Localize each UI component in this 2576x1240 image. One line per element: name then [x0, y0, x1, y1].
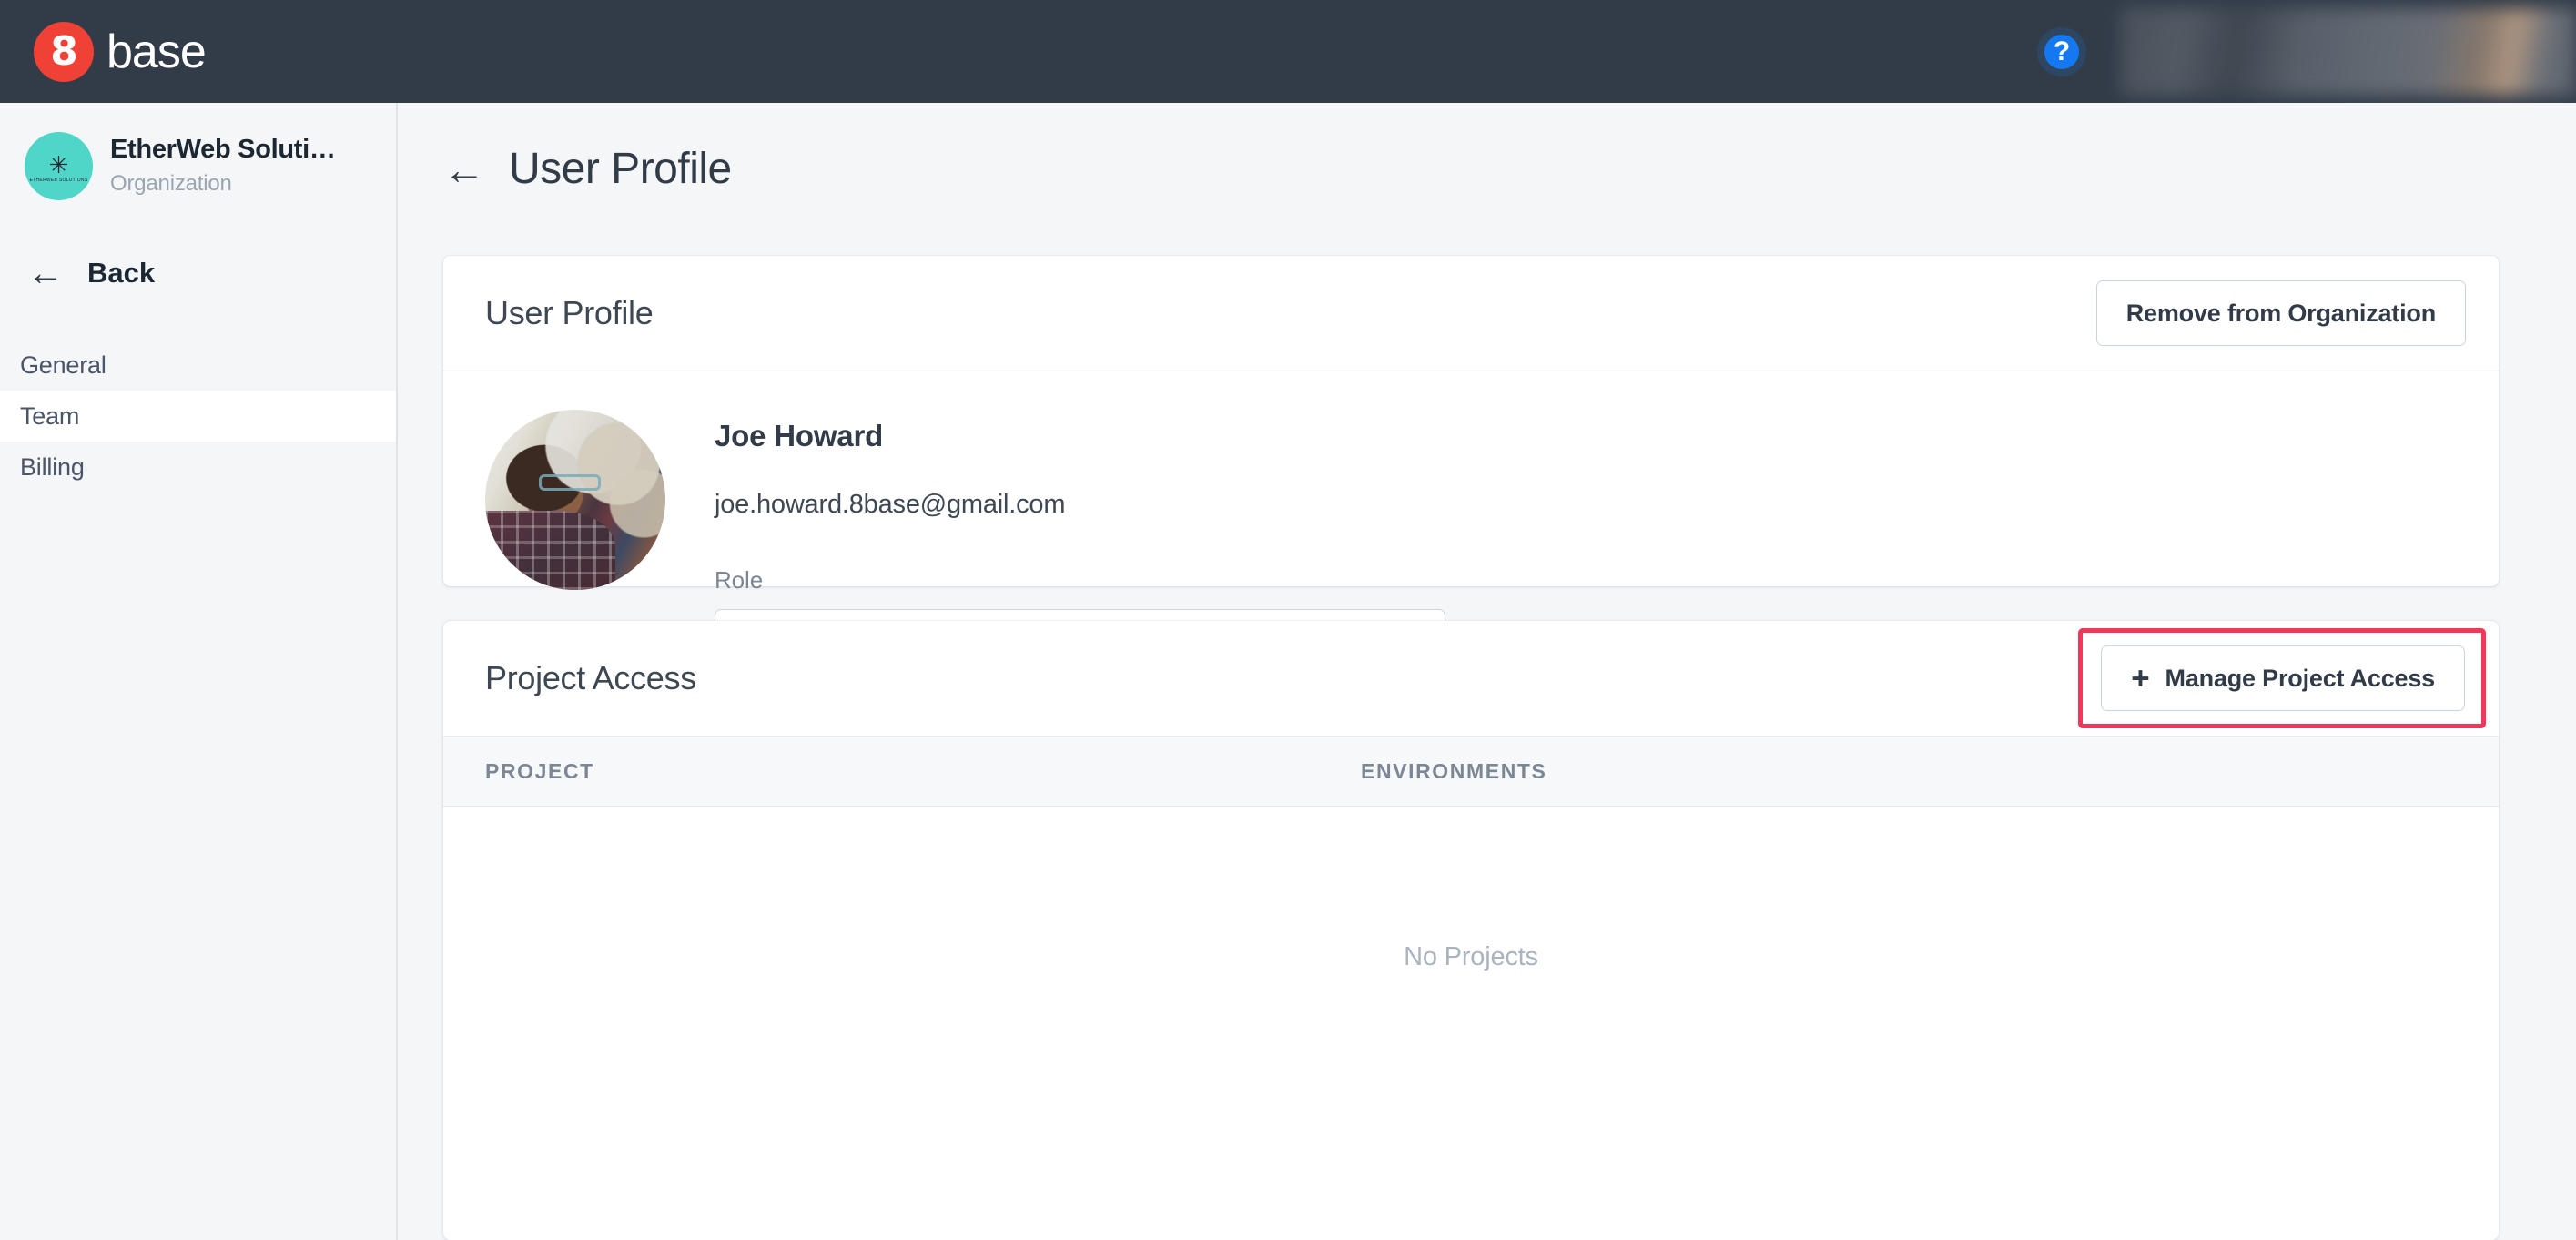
- user-profile-card: User Profile Remove from Organization Jo…: [443, 256, 2499, 713]
- arrow-left-icon: ←: [27, 253, 64, 293]
- logo-wordmark: base: [106, 25, 207, 78]
- top-bar: 8 base ?: [0, 0, 2576, 103]
- manage-project-access-label: Manage Project Access: [2165, 664, 2436, 692]
- blurred-account-region: [2121, 7, 2576, 96]
- user-profile-card-title: User Profile: [485, 294, 654, 331]
- avatar: [485, 410, 665, 590]
- sidebar-item-label: Team: [20, 401, 80, 430]
- plus-icon: +: [2131, 660, 2150, 696]
- star-logo-icon: ✳: [48, 151, 69, 178]
- organization-subtitle: Organization: [110, 170, 232, 196]
- sidebar-nav: General Team Billing: [0, 340, 396, 493]
- project-access-card: Project Access + Manage Project Access P…: [443, 621, 2499, 1240]
- organization-switcher[interactable]: ✳ ETHERWEB SOLUTIONS EtherWeb Soluti… Or…: [25, 132, 396, 200]
- shirt-detail: [485, 510, 615, 590]
- app-logo[interactable]: 8 base: [34, 21, 207, 82]
- project-access-card-title: Project Access: [485, 659, 696, 696]
- organization-text: EtherWeb Soluti… Organization: [110, 136, 336, 197]
- user-email: joe.howard.8base@gmail.com: [715, 490, 1066, 519]
- glasses-detail: [539, 474, 601, 492]
- sidebar: ✳ ETHERWEB SOLUTIONS EtherWeb Soluti… Or…: [0, 103, 398, 1240]
- project-access-card-header: Project Access + Manage Project Access: [443, 621, 2499, 737]
- sidebar-item-label: General: [20, 351, 106, 379]
- eight-logo-icon: 8: [34, 21, 94, 82]
- sidebar-item-label: Billing: [20, 452, 85, 481]
- organization-avatar: ✳ ETHERWEB SOLUTIONS: [25, 132, 93, 200]
- remove-from-organization-button[interactable]: Remove from Organization: [2095, 280, 2466, 346]
- project-table-empty-state: No Projects: [1404, 941, 1538, 971]
- project-table-header: PROJECT ENVIRONMENTS: [443, 737, 2499, 807]
- manage-project-access-button[interactable]: + Manage Project Access: [2101, 645, 2465, 711]
- column-header-project: PROJECT: [485, 758, 594, 783]
- role-label: Role: [715, 566, 764, 594]
- sidebar-back-button[interactable]: ← Back: [27, 255, 396, 291]
- page-title: User Profile: [509, 145, 732, 193]
- column-header-environments: ENVIRONMENTS: [1361, 758, 1547, 783]
- organization-name: EtherWeb Soluti…: [110, 136, 336, 165]
- top-bar-right: ?: [2037, 0, 2576, 103]
- manage-project-access-highlight: + Manage Project Access: [2078, 628, 2486, 728]
- sidebar-item-team[interactable]: Team: [0, 391, 396, 442]
- sidebar-item-general[interactable]: General: [0, 340, 396, 391]
- user-name: Joe Howard: [715, 419, 884, 452]
- page-header: ← User Profile: [443, 144, 2576, 194]
- sidebar-back-label: Back: [87, 257, 156, 289]
- sidebar-item-billing[interactable]: Billing: [0, 442, 396, 493]
- page-back-arrow-icon[interactable]: ←: [443, 148, 485, 190]
- help-icon[interactable]: ?: [2037, 26, 2086, 76]
- main-content: ← User Profile User Profile Remove from …: [400, 103, 2576, 1240]
- organization-avatar-caption: ETHERWEB SOLUTIONS: [29, 178, 88, 183]
- user-profile-card-header: User Profile Remove from Organization: [443, 256, 2499, 371]
